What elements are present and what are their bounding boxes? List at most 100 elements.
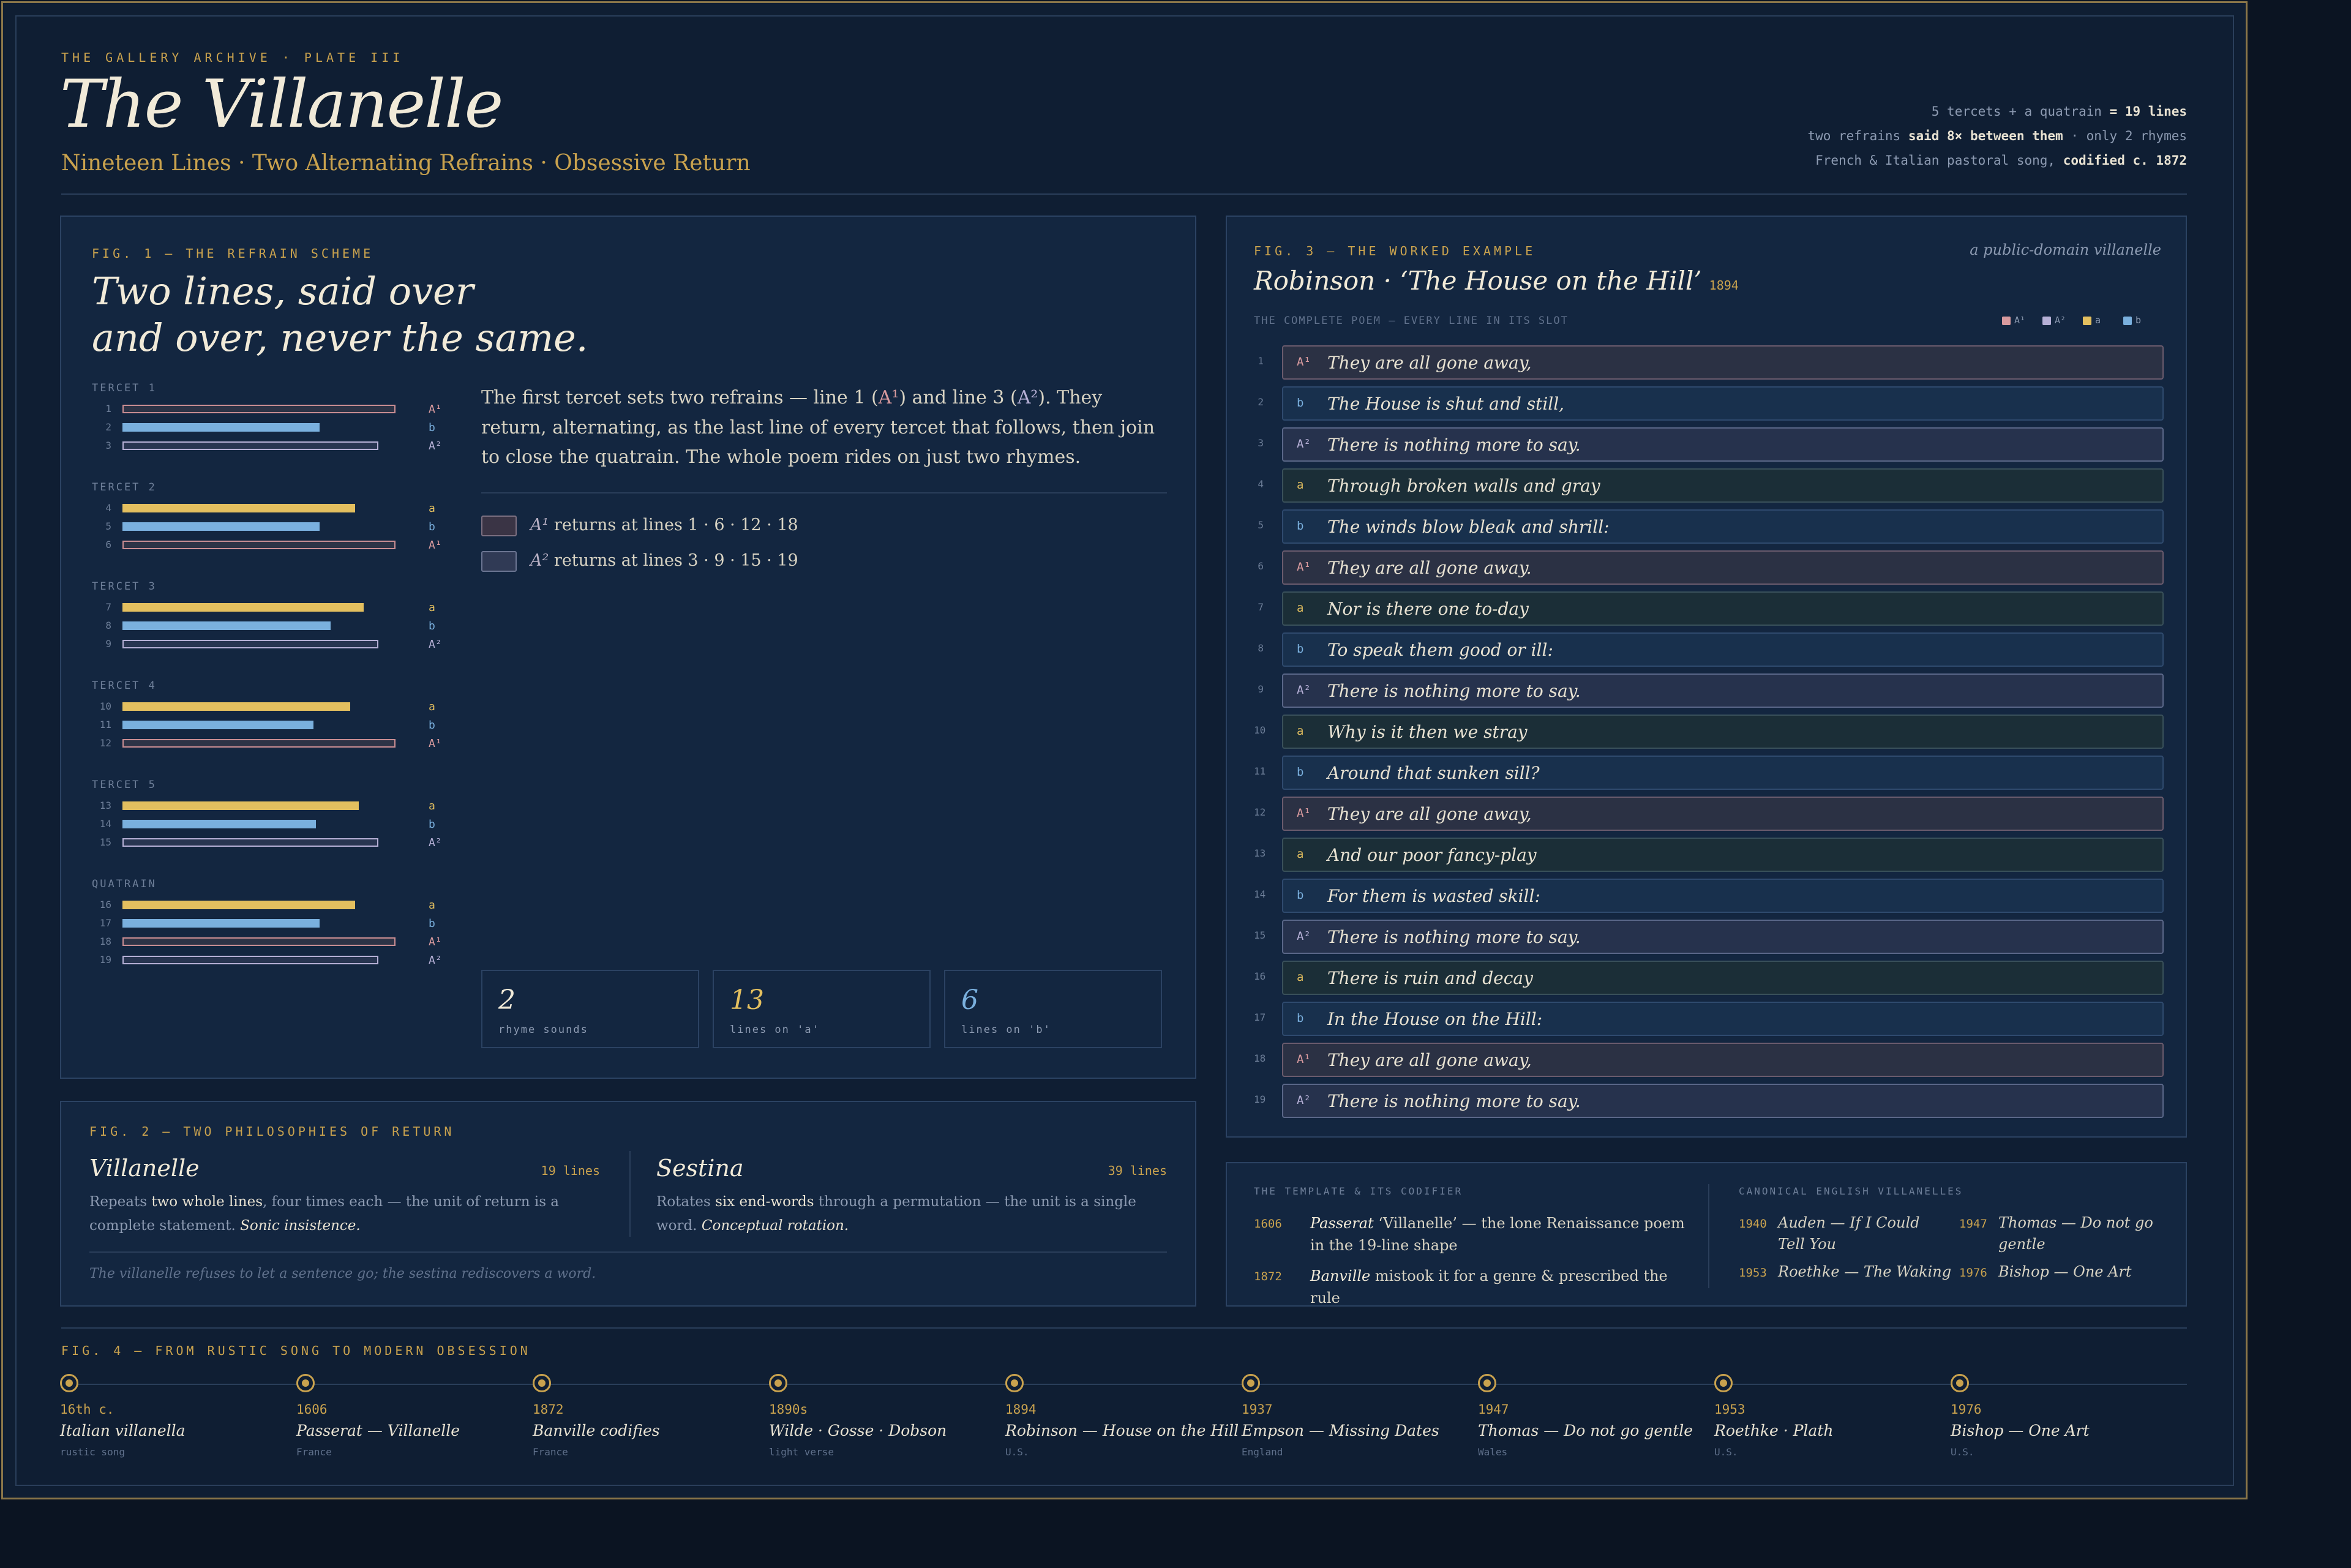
scheme-line: 9 A² [92,638,453,651]
header-stats: 5 tercets + a quatrain = 19 lines two re… [1575,104,2187,178]
scheme-tag: A¹ [429,539,442,552]
poem-line-tag: a [1297,847,1304,861]
template-codifier-panel: THE TEMPLATE & ITS CODIFIER 1606 Passera… [1226,1162,2187,1307]
template-divider [1708,1184,1709,1288]
poem-line-text: They are all gone away, [1327,353,1532,373]
timeline-place: rustic song [60,1446,125,1458]
poem-line-tag: b [1297,765,1304,779]
poem-line-tag: A¹ [1297,560,1311,574]
poem-line-box: b In the House on the Hill: [1282,1002,2164,1036]
timeline-place: England [1242,1446,1283,1458]
scheme-line-number: 19 [99,954,111,966]
poem-line-box: a There is ruin and decay [1282,961,2164,995]
scheme-line: 19 A² [92,954,453,967]
poem-line-text: There is nothing more to say. [1327,435,1581,455]
timeline-name: Passerat — Villanelle [296,1422,460,1439]
scheme-line: 13 a [92,800,453,812]
sestina-description: Rotates six end-words through a permutat… [656,1194,1136,1234]
fig3-worked-example-panel: FIG. 3 — THE WORKED EXAMPLE a public-dom… [1226,216,2187,1138]
timeline-event: 1894 Robinson — House on the Hill U.S. [1005,1374,1239,1472]
villanelle-description: Repeats two whole lines, four times each… [89,1194,560,1234]
poem-line-number: 6 [1258,560,1264,572]
legend-a1: A¹ returns at lines 1 · 6 · 12 · 18 [481,514,1032,539]
group-label: QUATRAIN [92,878,157,890]
poem-line-number: 8 [1258,642,1264,654]
timeline-place: France [533,1446,568,1458]
scheme-tag: b [429,520,435,533]
template-year-1872: 1872 [1254,1270,1282,1283]
scheme-bar-b [122,820,316,828]
scheme-line-number: 6 [105,539,111,550]
scheme-bar-b [122,621,331,630]
poem-line: 17 b In the House on the Hill: [1254,1002,2164,1036]
poem-line: 2 b The House is shut and still, [1254,386,2164,421]
poem-line-text: There is nothing more to say. [1327,927,1581,947]
timeline-event: 1606 Passerat — Villanelle France [296,1374,529,1472]
fig3-note: a public-domain villanelle [1970,241,2161,258]
group-label: TERCET 1 [92,382,157,394]
group-label: TERCET 4 [92,680,157,692]
poem-line: 18 A¹ They are all gone away, [1254,1043,2164,1077]
timeline-name: Roethke · Plath [1714,1422,1834,1439]
scheme-line-number: 8 [105,620,111,631]
scheme-line-number: 13 [99,800,111,811]
poem-line-box: b The House is shut and still, [1282,386,2164,421]
scheme-line-number: 3 [105,440,111,451]
archive-kicker: THE GALLERY ARCHIVE · PLATE III [61,50,404,65]
poem-line-box: A² There is nothing more to say. [1282,920,2164,954]
timeline-year: 1606 [296,1402,328,1417]
scheme-line-number: 1 [105,403,111,415]
canon-year-1947: 1947 [1959,1217,1987,1231]
poem-line-box: b To speak them good or ill: [1282,632,2164,667]
fig4-label: FIG. 4 — FROM RUSTIC SONG TO MODERN OBSE… [61,1343,531,1358]
timeline-year: 1872 [533,1402,564,1417]
group-label: TERCET 2 [92,481,157,493]
group-label: TERCET 3 [92,580,157,593]
poem-line: 6 A¹ They are all gone away. [1254,550,2164,585]
scheme-bar-a [122,702,350,711]
fig1-title-line2: and over, never the same. [92,315,588,360]
template-year-1606: 1606 [1254,1217,1282,1231]
legend-a2: A² returns at lines 3 · 9 · 15 · 19 [481,550,1032,574]
poem-line-text: And our poor fancy-play [1327,845,1537,865]
group-label: TERCET 5 [92,779,157,791]
poem-line-number: 7 [1258,601,1264,613]
poem-line-number: 3 [1258,437,1264,449]
fig2-philosophies-panel: FIG. 2 — TWO PHILOSOPHIES OF RETURN Vill… [60,1101,1196,1307]
poem-line-number: 1 [1258,355,1264,367]
scheme-line: 17 b [92,917,453,930]
scheme-line-number: 4 [105,502,111,514]
canon-auden: Auden — If I Could Tell You [1778,1214,1920,1253]
scheme-line-number: 10 [99,700,111,712]
timeline-name: Robinson — House on the Hill [1005,1422,1239,1439]
timeline-year: 1947 [1478,1402,1509,1417]
scheme-bar-a [122,901,355,909]
poem-line: 1 A¹ They are all gone away, [1254,345,2164,380]
poem-line: 9 A² There is nothing more to say. [1254,673,2164,708]
canon-header: CANONICAL ENGLISH VILLANELLES [1739,1185,1963,1197]
timeline-dot-icon [1478,1374,1496,1392]
poem-line: 13 a And our poor fancy-play [1254,838,2164,872]
poem-line-number: 15 [1254,929,1266,941]
canon-bishop: Bishop — One Art [1998,1263,2132,1280]
poem-line-text: They are all gone away, [1327,804,1532,824]
canon-roethke: Roethke — The Waking [1778,1263,1952,1280]
header-stat-3: French & Italian pastoral song, codified… [1815,153,2187,168]
poem-line-number: 11 [1254,765,1266,777]
canon-year-1953: 1953 [1739,1266,1767,1280]
scheme-tag: b [429,917,435,930]
poem-line: 4 a Through broken walls and gray [1254,468,2164,503]
scheme-bar-a2 [122,640,378,648]
scheme-bar-a1 [122,937,396,946]
poem-line-number: 19 [1254,1093,1266,1105]
timeline-event: 1872 Banville codifies France [533,1374,765,1472]
fig1-title-line1: Two lines, said over [92,269,474,313]
poem-line: 15 A² There is nothing more to say. [1254,920,2164,954]
page-title: The Villanelle [60,66,503,143]
header-stat-1: 5 tercets + a quatrain = 19 lines [1931,104,2187,119]
poem-line-text: Through broken walls and gray [1327,476,1600,496]
scheme-bar-a2 [122,956,378,964]
stat-lines-on-a: 13 lines on 'a' [713,970,931,1048]
poem-line-number: 2 [1258,396,1264,408]
poem-line-number: 14 [1254,888,1266,900]
